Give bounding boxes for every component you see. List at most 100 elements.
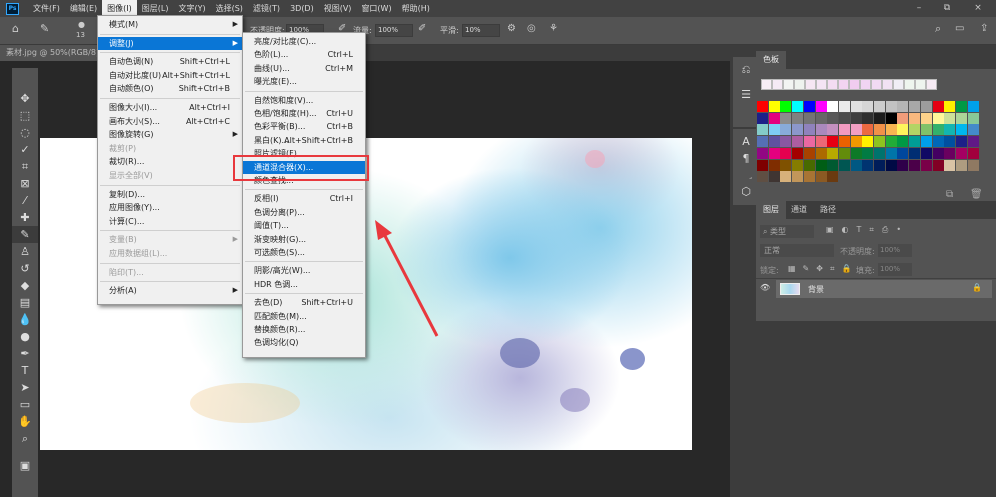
color-swatch[interactable] — [967, 136, 979, 148]
recent-swatch[interactable] — [860, 79, 871, 90]
color-swatch[interactable] — [827, 101, 839, 112]
menu-item[interactable]: 色调分离(P)... — [243, 206, 365, 219]
color-swatch[interactable] — [803, 171, 815, 183]
color-swatch[interactable] — [885, 124, 897, 136]
color-swatch[interactable] — [955, 101, 967, 112]
menu-item[interactable]: 色彩平衡(B)... Ctrl+B — [243, 120, 365, 133]
color-swatch[interactable] — [827, 112, 839, 124]
color-swatch[interactable] — [932, 101, 944, 112]
color-swatch[interactable] — [838, 147, 850, 159]
color-swatch[interactable] — [757, 101, 768, 112]
menu-item[interactable]: 可选颜色(S)... — [243, 246, 365, 259]
color-swatch[interactable] — [827, 171, 839, 183]
color-swatch[interactable] — [768, 124, 780, 136]
color-swatch[interactable] — [780, 124, 792, 136]
color-swatch[interactable] — [815, 159, 827, 171]
visibility-eye-icon[interactable]: 👁 — [760, 283, 770, 292]
menu-item[interactable]: 曲线(U)... Ctrl+M — [243, 62, 365, 75]
tab-paths[interactable]: 路径 — [813, 201, 843, 219]
color-swatch[interactable] — [862, 147, 874, 159]
color-swatch[interactable] — [885, 136, 897, 148]
menu-item[interactable]: 渐变映射(G)... — [243, 233, 365, 246]
recent-swatch[interactable] — [893, 79, 904, 90]
color-swatch[interactable] — [827, 124, 839, 136]
color-swatch[interactable] — [909, 112, 921, 124]
menu-item[interactable]: 应用图像(Y)... — [98, 201, 242, 214]
color-swatch[interactable] — [850, 101, 862, 112]
color-swatch[interactable] — [920, 159, 932, 171]
color-swatch[interactable] — [897, 112, 909, 124]
menu-item[interactable]: 匹配颜色(M)... — [243, 310, 365, 323]
menu-item[interactable]: 变量(B) ▶ — [98, 233, 242, 246]
menu-item[interactable]: 自然饱和度(V)... — [243, 94, 365, 107]
menu-item[interactable]: 显示全部(V) — [98, 169, 242, 182]
recent-swatch[interactable] — [772, 79, 783, 90]
tab-layers[interactable]: 图层 — [756, 201, 786, 219]
layer-opacity-field[interactable]: 100% — [878, 244, 912, 257]
color-swatch[interactable] — [838, 124, 850, 136]
color-swatch[interactable] — [768, 101, 780, 112]
color-swatch[interactable] — [768, 147, 780, 159]
color-swatch[interactable] — [885, 147, 897, 159]
recent-swatch[interactable] — [827, 79, 838, 90]
color-swatch[interactable] — [768, 159, 780, 171]
color-swatch[interactable] — [850, 124, 862, 136]
menu-item[interactable]: 色相/饱和度(H)... Ctrl+U — [243, 107, 365, 120]
color-swatch[interactable] — [944, 136, 956, 148]
color-swatch[interactable] — [909, 159, 921, 171]
recent-swatch[interactable] — [904, 79, 915, 90]
color-swatch[interactable] — [850, 136, 862, 148]
color-swatch[interactable] — [827, 147, 839, 159]
color-swatch[interactable] — [838, 136, 850, 148]
fill-field[interactable]: 100% — [878, 263, 912, 276]
color-swatch[interactable] — [803, 112, 815, 124]
color-swatch[interactable] — [768, 136, 780, 148]
color-swatch[interactable] — [838, 101, 850, 112]
color-swatch[interactable] — [792, 159, 804, 171]
color-swatch[interactable] — [827, 159, 839, 171]
layer-filter-icons[interactable]: ▣◐T⌗⎙• — [826, 225, 909, 235]
color-swatch[interactable] — [780, 147, 792, 159]
color-swatch[interactable] — [932, 159, 944, 171]
color-swatch[interactable] — [815, 112, 827, 124]
color-swatch[interactable] — [815, 136, 827, 148]
color-swatch[interactable] — [850, 159, 862, 171]
color-swatch[interactable] — [862, 136, 874, 148]
lock-icons[interactable]: ▦✎✥⌗🔒 — [788, 264, 858, 274]
color-swatch[interactable] — [757, 159, 768, 171]
layer-row[interactable]: 👁 背景 🔒 — [760, 280, 992, 298]
color-swatch[interactable] — [967, 124, 979, 136]
color-swatch[interactable] — [757, 136, 768, 148]
color-swatch[interactable] — [920, 136, 932, 148]
recent-swatch[interactable] — [783, 79, 794, 90]
menu-item[interactable]: 阴影/高光(W)... — [243, 264, 365, 277]
recent-swatch[interactable] — [915, 79, 926, 90]
color-swatch[interactable] — [874, 147, 885, 159]
color-swatch[interactable] — [874, 136, 885, 148]
color-swatch[interactable] — [897, 159, 909, 171]
recent-swatch[interactable] — [838, 79, 849, 90]
menu-item[interactable]: 图像旋转(G) ▶ — [98, 128, 242, 141]
color-swatch[interactable] — [944, 124, 956, 136]
recent-swatch[interactable] — [761, 79, 772, 90]
color-swatch[interactable] — [920, 112, 932, 124]
color-swatch[interactable] — [850, 112, 862, 124]
color-swatch[interactable] — [885, 112, 897, 124]
color-swatch[interactable] — [955, 147, 967, 159]
color-swatch[interactable] — [792, 171, 804, 183]
menu-item[interactable]: 黑白(K)... Alt+Shift+Ctrl+B — [243, 134, 365, 147]
menu-item[interactable]: 自动颜色(O) Shift+Ctrl+B — [98, 82, 242, 95]
menu-item[interactable]: 复制(D)... — [98, 188, 242, 201]
color-swatch[interactable] — [838, 159, 850, 171]
color-swatch[interactable] — [944, 147, 956, 159]
color-swatch[interactable] — [932, 124, 944, 136]
color-swatch[interactable] — [757, 124, 768, 136]
color-swatch[interactable] — [920, 124, 932, 136]
menu-item[interactable]: 裁切(R)... — [98, 155, 242, 168]
color-swatch[interactable] — [803, 136, 815, 148]
menu-item[interactable]: 去色(D) Shift+Ctrl+U — [243, 296, 365, 309]
color-swatch[interactable] — [757, 171, 768, 183]
color-swatch[interactable] — [932, 147, 944, 159]
color-swatch[interactable] — [757, 147, 768, 159]
menu-item[interactable]: 应用数据组(L)... — [98, 247, 242, 260]
